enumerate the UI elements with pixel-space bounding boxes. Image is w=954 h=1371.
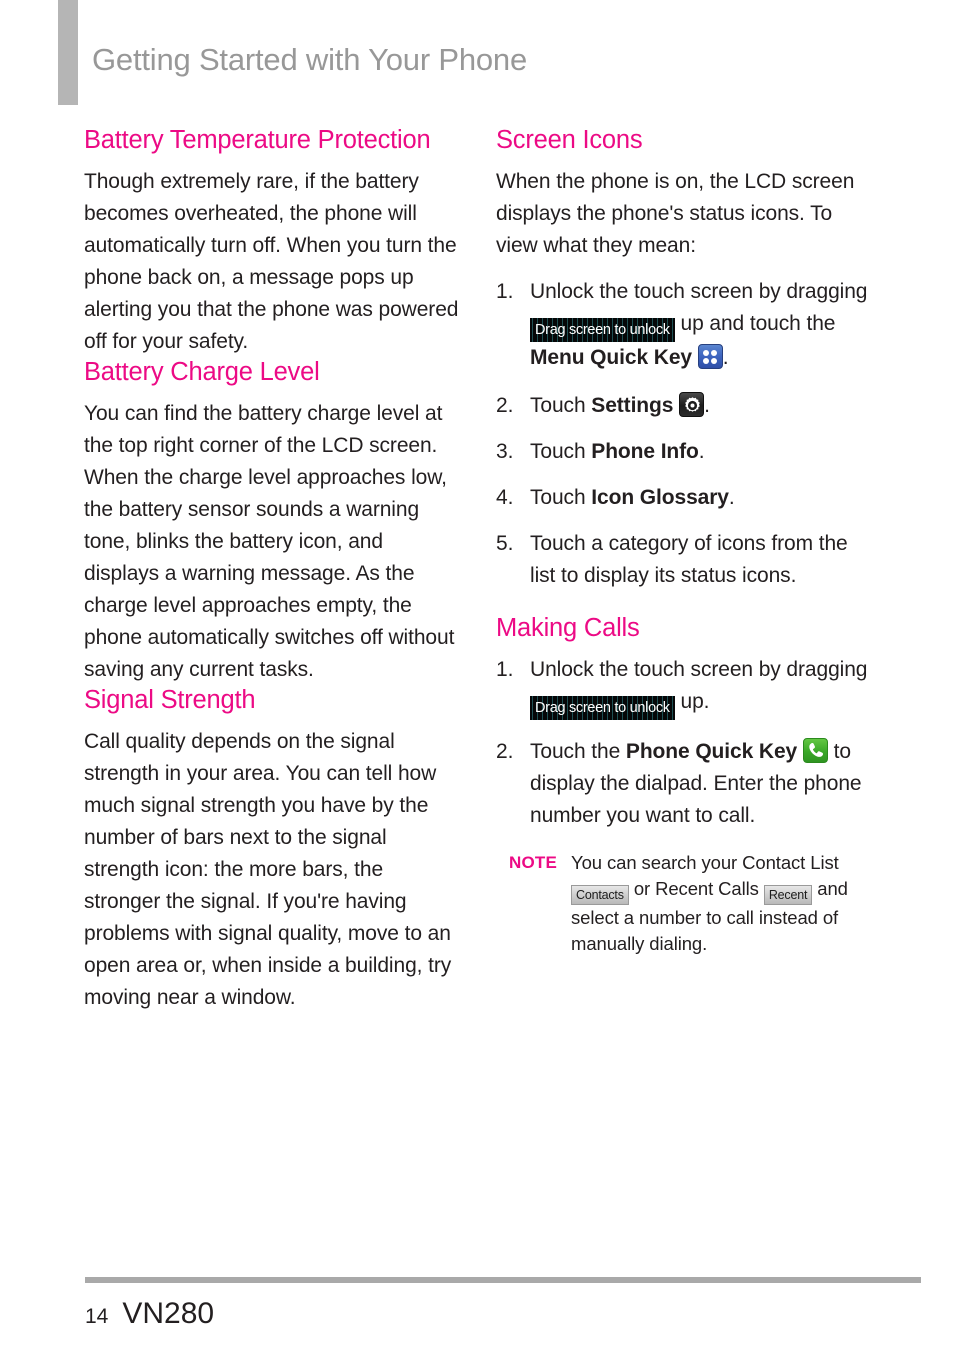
- right-column: Screen Icons When the phone is on, the L…: [496, 126, 874, 1014]
- screen-icons-step-3: Touch Phone Info.: [496, 436, 874, 468]
- step-period: .: [728, 486, 735, 510]
- step-text: Unlock the touch screen by dragging: [530, 658, 868, 682]
- page-number: 14: [85, 1305, 109, 1328]
- settings-gear-icon[interactable]: [679, 392, 705, 418]
- page-running-header: Getting Started with Your Phone: [92, 42, 527, 77]
- drag-screen-to-unlock-chip[interactable]: Drag screen to unlock: [530, 696, 675, 721]
- step-text: Touch the: [530, 740, 621, 764]
- icon-glossary-label: Icon Glossary: [591, 486, 729, 510]
- section-body-battery-charge-level: You can find the battery charge level at…: [84, 402, 455, 682]
- menu-quick-key-icon[interactable]: [697, 344, 723, 370]
- screen-icons-step-4: Touch Icon Glossary.: [496, 482, 874, 514]
- screen-icons-step-1: Unlock the touch screen by dragging Drag…: [496, 276, 874, 374]
- page-columns: Battery Temperature Protection Though ex…: [84, 126, 874, 1014]
- step-text: Unlock the touch screen by dragging: [530, 280, 868, 304]
- footer-divider: [85, 1277, 921, 1283]
- left-column: Battery Temperature Protection Though ex…: [84, 126, 462, 1014]
- note-block: NOTE You can search your Contact List Co…: [496, 850, 874, 957]
- page-footer: 14 VN280: [85, 1297, 214, 1331]
- section-body-signal-strength: Call quality depends on the signal stren…: [84, 730, 452, 1010]
- section-heading-making-calls: Making Calls: [496, 614, 640, 643]
- model-name: VN280: [122, 1297, 215, 1330]
- screen-icons-step-list: Unlock the touch screen by dragging Drag…: [496, 276, 874, 592]
- phone-info-label: Phone Info: [591, 440, 699, 464]
- step-text: Touch a category of icons from the list …: [530, 532, 848, 588]
- section-heading-battery-temperature-protection: Battery Temperature Protection: [84, 126, 431, 154]
- step-period: .: [704, 394, 710, 418]
- screen-icons-step-2: Touch Settings .: [496, 390, 874, 422]
- section-body-screen-icons: When the phone is on, the LCD screen dis…: [496, 170, 855, 258]
- section-heading-screen-icons: Screen Icons: [496, 126, 643, 154]
- making-calls-step-2: Touch the Phone Quick Key to display the…: [496, 736, 874, 832]
- note-label: NOTE: [509, 853, 558, 873]
- note-text: or Recent Calls: [633, 878, 759, 900]
- section-body-battery-temperature-protection: Though extremely rare, if the battery be…: [84, 170, 459, 354]
- section-heading-battery-charge-level: Battery Charge Level: [84, 358, 320, 387]
- step-text: Touch: [530, 394, 586, 418]
- screen-icons-step-5: Touch a category of icons from the list …: [496, 528, 874, 592]
- menu-quick-key-label: Menu Quick Key: [530, 346, 692, 370]
- step-text: Touch: [530, 486, 586, 510]
- step-text: up.: [680, 690, 710, 714]
- header-accent-bar: [58, 0, 78, 105]
- step-text: Touch: [530, 440, 586, 464]
- note-text: You can search your Contact List: [571, 852, 839, 874]
- contacts-badge[interactable]: Contacts: [571, 885, 629, 906]
- phone-quick-key-icon[interactable]: [802, 738, 828, 764]
- section-heading-signal-strength: Signal Strength: [84, 686, 256, 715]
- note-body: You can search your Contact List Contact…: [571, 850, 874, 957]
- step-period: .: [722, 346, 729, 370]
- step-period: .: [698, 440, 705, 464]
- recent-badge[interactable]: Recent: [763, 885, 813, 906]
- making-calls-step-list: Unlock the touch screen by dragging Drag…: [496, 654, 874, 832]
- settings-label: Settings: [591, 394, 674, 418]
- step-text: up and touch the: [680, 312, 836, 336]
- drag-screen-to-unlock-chip[interactable]: Drag screen to unlock: [530, 318, 675, 343]
- making-calls-step-1: Unlock the touch screen by dragging Drag…: [496, 654, 874, 721]
- phone-quick-key-label: Phone Quick Key: [625, 740, 798, 764]
